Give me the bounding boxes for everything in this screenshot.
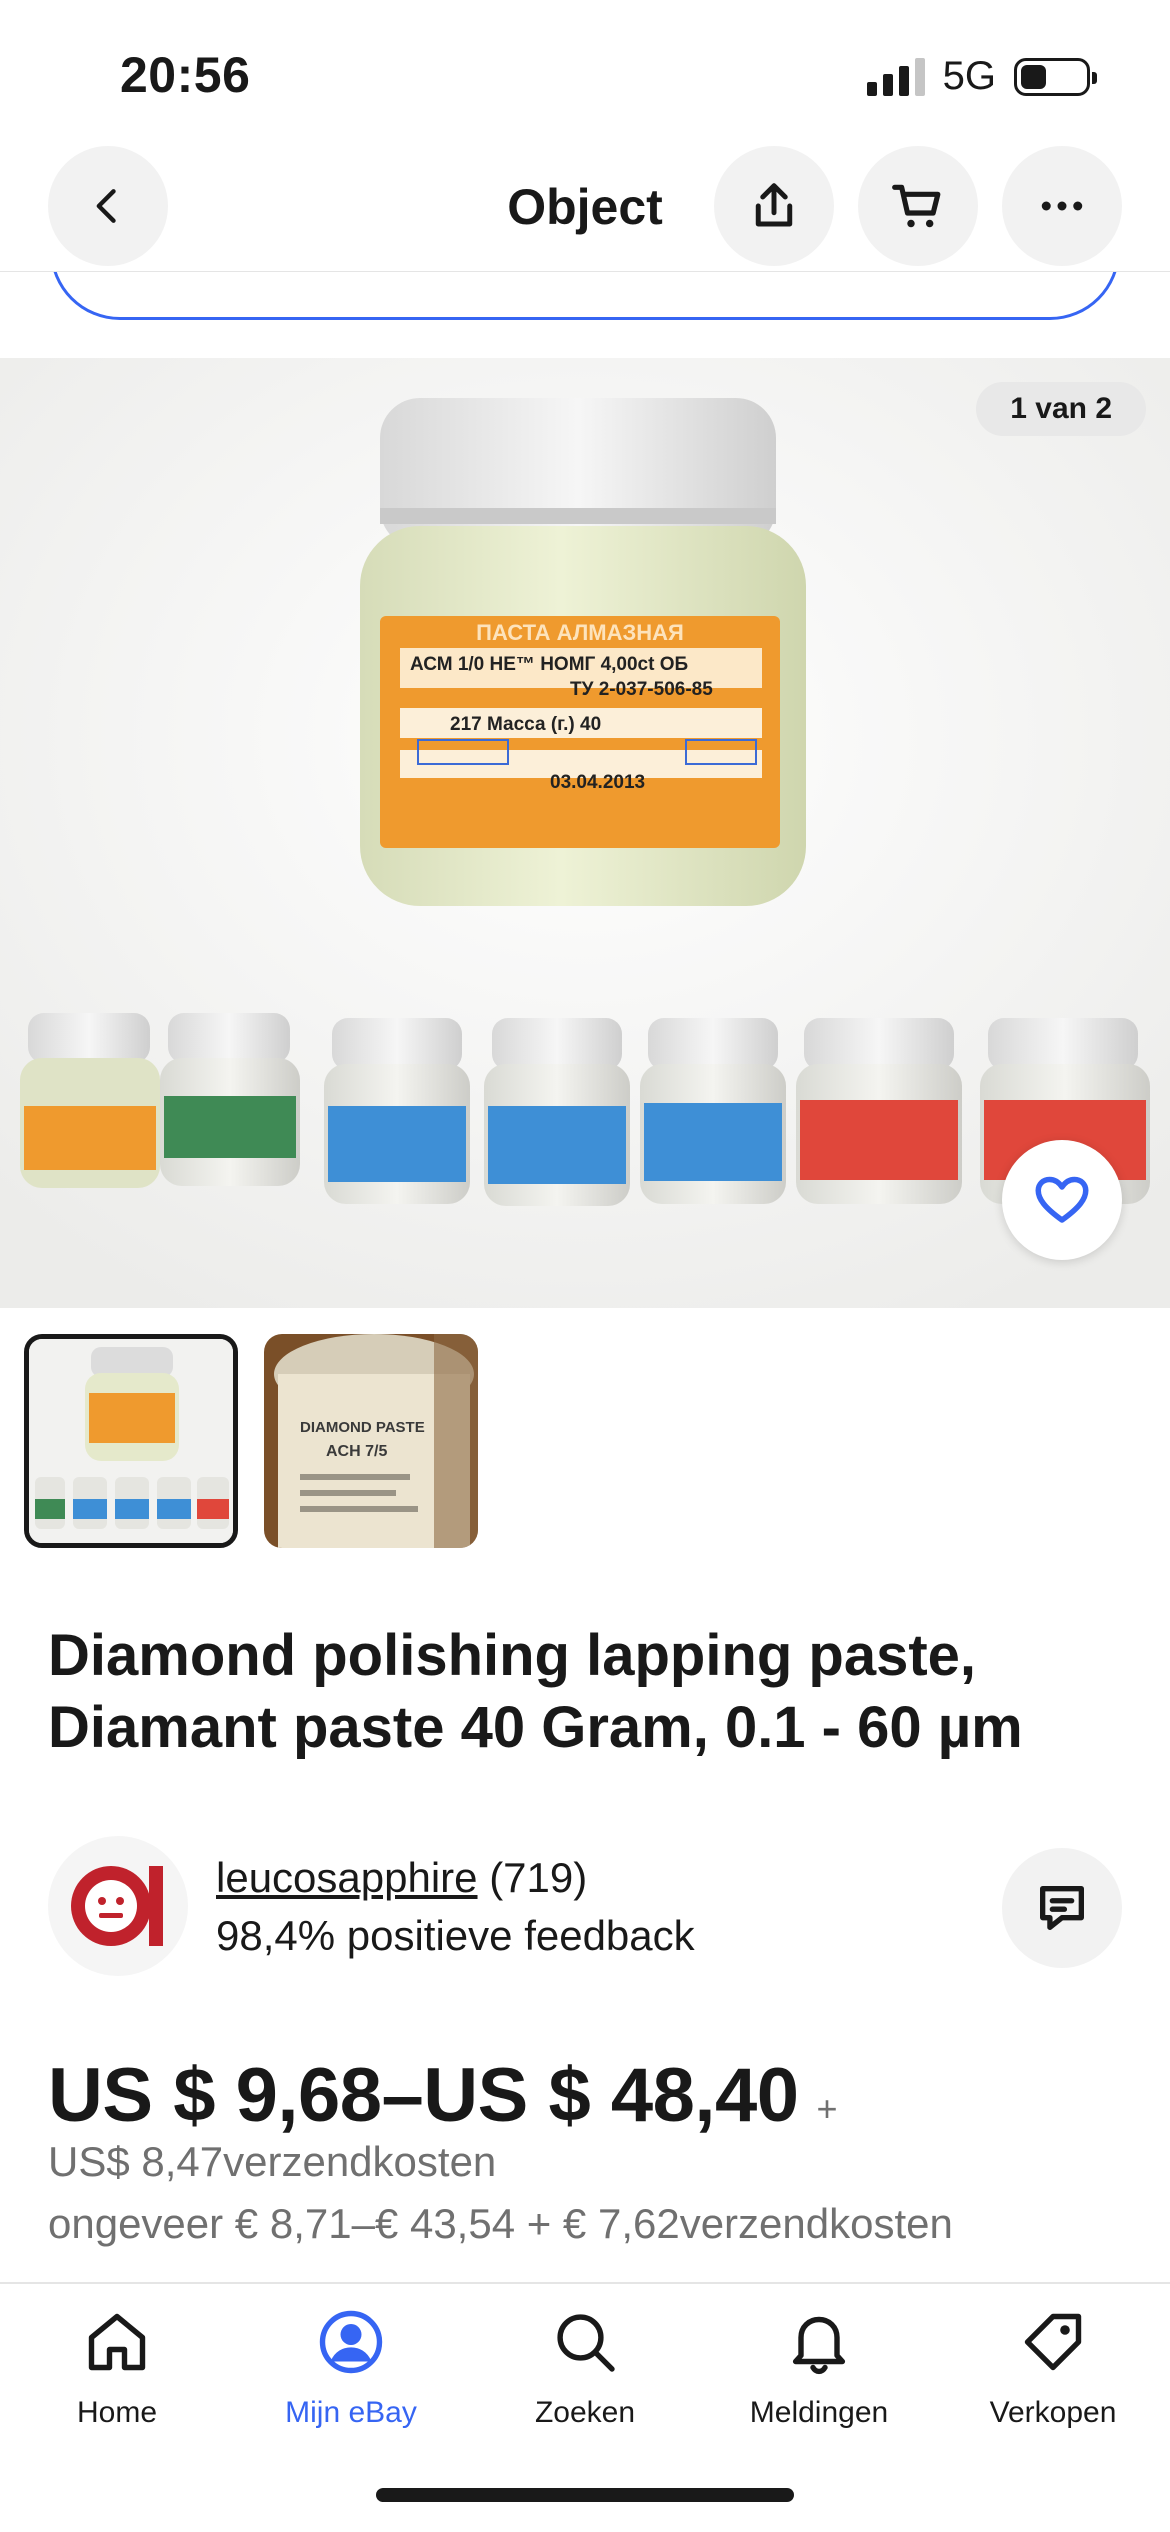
listing-title: Diamond polishing lapping paste, Diamant… bbox=[48, 1623, 1023, 1760]
status-indicators: 5G bbox=[866, 54, 1097, 99]
thumbnail-1-image bbox=[29, 1339, 233, 1543]
network-type: 5G bbox=[942, 54, 996, 98]
share-icon bbox=[755, 183, 793, 227]
thumbnail-2-image: DIAMOND PASTE ACH 7/5 bbox=[264, 1334, 478, 1548]
seller-avatar[interactable] bbox=[48, 1836, 188, 1976]
price-range: US $ 9,68–US $ 48,40 bbox=[48, 2053, 799, 2138]
page-title-text: Object bbox=[507, 179, 663, 235]
signal-icon bbox=[866, 57, 925, 96]
chevron-left-icon bbox=[96, 189, 116, 223]
approx-price: ongeveer € 8,71–€ 43,54 + € 7,62verzendk… bbox=[48, 2200, 953, 2247]
more-horizontal-icon bbox=[1041, 201, 1083, 211]
jar-label-line4: 217 Масса (г.) 40 bbox=[450, 714, 601, 735]
account-icon bbox=[319, 2310, 383, 2374]
cart-button[interactable] bbox=[858, 146, 978, 266]
seller-logo-icon bbox=[71, 1866, 163, 1946]
thumbnail-2-label-line1: DIAMOND PASTE bbox=[300, 1419, 425, 1436]
jar-label-line5: 03.04.2013 bbox=[550, 772, 645, 793]
tab-mijn-ebay[interactable]: Mijn eBay bbox=[234, 2306, 468, 2430]
tab-meldingen[interactable]: Meldingen bbox=[702, 2306, 936, 2430]
seller-name-row: leucosapphire (719) bbox=[216, 1854, 587, 1902]
cart-icon bbox=[892, 184, 941, 228]
jar-label-title: ПАСТА АЛМАЗНАЯ bbox=[476, 620, 684, 645]
status-time: 20:56 bbox=[120, 47, 251, 103]
image-counter: 1 van 2 bbox=[976, 382, 1146, 436]
tab-meldingen-label: Meldingen bbox=[749, 2396, 889, 2429]
tab-zoeken-label: Zoeken bbox=[534, 2396, 636, 2429]
seller-feedback-count: (719) bbox=[489, 1854, 588, 1901]
home-icon bbox=[88, 2313, 146, 2371]
back-button[interactable] bbox=[48, 146, 168, 266]
tab-zoeken[interactable]: Zoeken bbox=[468, 2306, 702, 2430]
home-indicator bbox=[376, 2488, 794, 2502]
jar-label-line3: ТУ 2-037-506-85 bbox=[570, 679, 713, 700]
page-title: Object bbox=[0, 178, 1170, 236]
price-row: US $ 9,68–US $ 48,40 + bbox=[48, 2052, 838, 2139]
item-page: 20:56 5G Object ПАСТА АЛМАЗНАЯ АСМ 1/0 Н… bbox=[0, 0, 1170, 2532]
product-image: ПАСТА АЛМАЗНАЯ АСМ 1/0 НЕ™ НОМГ 4,00ct О… bbox=[0, 358, 1170, 1308]
message-seller-button[interactable] bbox=[1002, 1848, 1122, 1968]
thumbnail-2-label-line2: ACH 7/5 bbox=[326, 1443, 387, 1460]
battery-icon bbox=[1014, 57, 1097, 96]
seller-info: leucosapphire (719) 98,4% positieve feed… bbox=[48, 1836, 1122, 1976]
tag-icon bbox=[1024, 2313, 1082, 2371]
message-icon bbox=[1040, 1886, 1084, 1930]
search-icon bbox=[557, 2314, 615, 2372]
jar-label-line2: АСМ 1/0 НЕ™ НОМГ 4,00ct ОБ bbox=[410, 654, 688, 675]
status-bar: 20:56 5G bbox=[0, 0, 1170, 140]
shipping-cost: US$ 8,47verzendkosten bbox=[48, 2138, 497, 2185]
favorite-button[interactable] bbox=[1002, 1140, 1122, 1260]
tab-verkopen-label: Verkopen bbox=[989, 2396, 1117, 2429]
tab-verkopen[interactable]: Verkopen bbox=[936, 2306, 1170, 2430]
thumbnail-2[interactable]: DIAMOND PASTE ACH 7/5 bbox=[264, 1334, 478, 1548]
seller-name-link[interactable]: leucosapphire bbox=[216, 1854, 478, 1901]
tab-home[interactable]: Home bbox=[0, 2306, 234, 2430]
seller-feedback: 98,4% positieve feedback bbox=[216, 1912, 695, 1959]
image-gallery[interactable]: ПАСТА АЛМАЗНАЯ АСМ 1/0 НЕ™ НОМГ 4,00ct О… bbox=[0, 358, 1170, 1308]
share-button[interactable] bbox=[714, 146, 834, 266]
more-button[interactable] bbox=[1002, 146, 1122, 266]
price-plus: + bbox=[816, 2088, 838, 2129]
bell-icon bbox=[792, 2316, 846, 2375]
nav-bar: Object bbox=[0, 140, 1170, 272]
tab-home-label: Home bbox=[76, 2396, 158, 2429]
thumbnail-strip: DIAMOND PASTE ACH 7/5 bbox=[24, 1334, 478, 1548]
tab-mijn-ebay-label: Mijn eBay bbox=[285, 2396, 417, 2429]
heart-icon bbox=[1035, 1176, 1089, 1223]
thumbnail-1[interactable] bbox=[24, 1334, 238, 1548]
